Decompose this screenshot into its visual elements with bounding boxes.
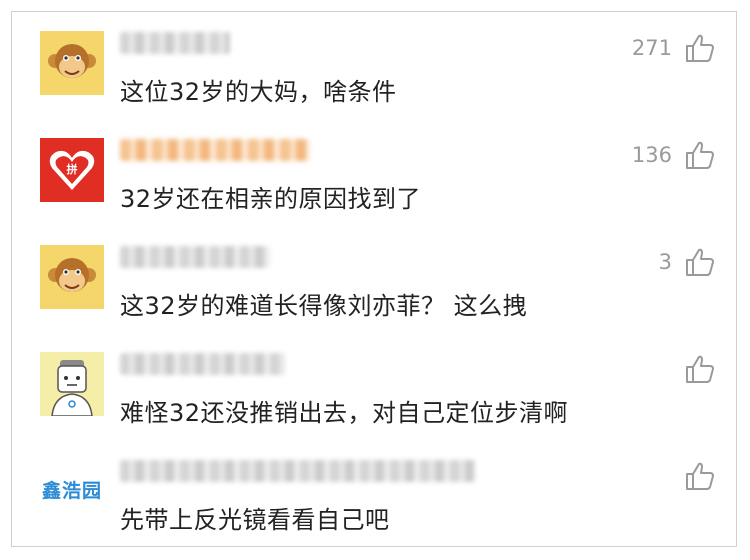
- like-button[interactable]: [672, 353, 716, 385]
- comment-list: 这位32岁的大妈，啥条件 271 拼 32岁还在相亲的原因找到了 136 这32…: [11, 11, 737, 547]
- thumbs-up-icon: [686, 462, 714, 490]
- comment-item: 鑫浩园 先带上反光镜看看自己吧: [12, 440, 736, 548]
- like-button[interactable]: 3: [659, 246, 716, 278]
- comment-text: 这位32岁的大妈，啥条件: [120, 78, 397, 106]
- comment-text: 先带上反光镜看看自己吧: [120, 506, 390, 534]
- pinduoduo-logo-icon[interactable]: 拼: [40, 138, 104, 202]
- username-blurred[interactable]: [120, 246, 270, 268]
- thumbs-up-icon: [686, 355, 714, 383]
- like-count: 3: [658, 250, 672, 274]
- like-button[interactable]: 136: [632, 139, 716, 171]
- comment-text: 32岁还在相亲的原因找到了: [120, 185, 422, 213]
- text-logo-avatar[interactable]: 鑫浩园: [42, 476, 102, 503]
- comment-item: 这32岁的难道长得像刘亦菲？ 这么拽 3: [12, 226, 736, 334]
- comment-item: 这位32岁的大妈，啥条件 271: [12, 12, 736, 120]
- like-button[interactable]: [672, 460, 716, 492]
- username-blurred[interactable]: [120, 460, 475, 482]
- like-button[interactable]: 271: [632, 32, 716, 64]
- comment-item: 拼 32岁还在相亲的原因找到了 136: [12, 119, 736, 227]
- comment-item: 难怪32还没推销出去，对自己定位步清啊: [12, 333, 736, 441]
- cartoon-man-avatar-icon[interactable]: [40, 352, 104, 417]
- username-blurred[interactable]: [120, 139, 310, 161]
- thumbs-up-icon: [686, 248, 714, 276]
- monkey-avatar-icon[interactable]: [40, 245, 104, 309]
- monkey-avatar-icon[interactable]: [40, 31, 104, 95]
- comment-text: 难怪32还没推销出去，对自己定位步清啊: [120, 399, 569, 427]
- username-blurred[interactable]: [120, 32, 230, 54]
- thumbs-up-icon: [686, 141, 714, 169]
- comment-text: 这32岁的难道长得像刘亦菲？ 这么拽: [120, 292, 528, 320]
- like-count: 271: [631, 36, 672, 60]
- like-count: 136: [631, 143, 672, 167]
- username-blurred[interactable]: [120, 353, 285, 375]
- thumbs-up-icon: [686, 34, 714, 62]
- svg-text:拼: 拼: [67, 162, 78, 176]
